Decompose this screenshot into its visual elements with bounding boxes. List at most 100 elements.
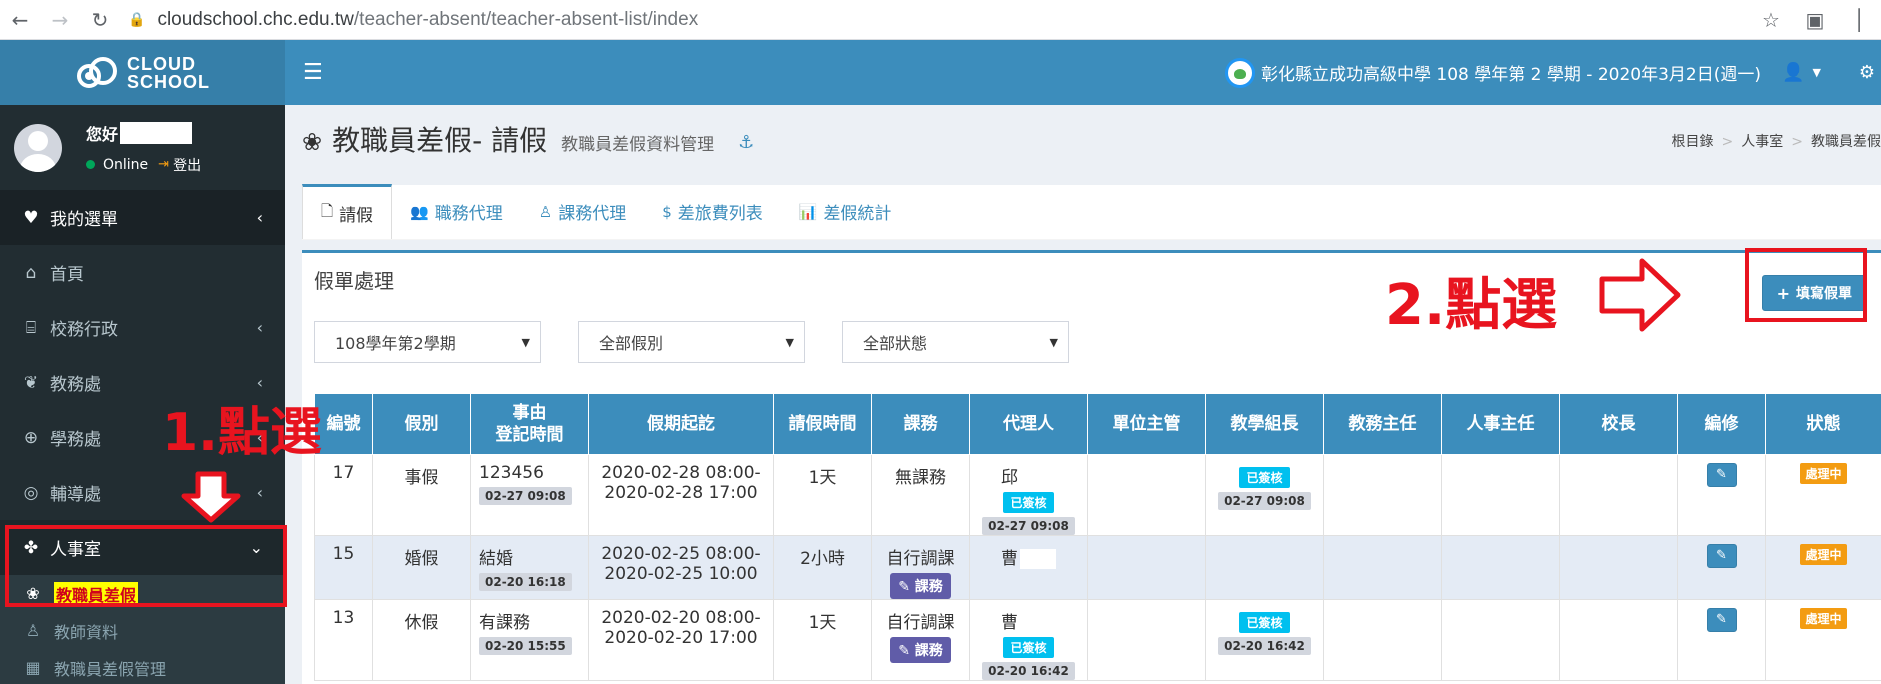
cell-academic-director [1323,599,1442,681]
sidebar-item-label: 學務處 [50,430,101,450]
course-button[interactable]: ✎ 課務 [890,637,951,663]
address-bar[interactable]: cloudschool.chc.edu.tw/teacher-absent/te… [157,9,698,31]
cell-course: 無課務 [871,454,970,536]
agent-name-redaction [1020,549,1056,569]
course-button[interactable]: ✎ 課務 [890,573,951,599]
forward-icon[interactable]: → [40,0,80,40]
tab-label: 差假統計 [823,204,892,224]
cell-teaching-head [1205,535,1324,600]
school-logo-icon [1225,57,1256,88]
logout-icon: ⇥ [158,157,170,172]
period-start: 2020-02-25 08:00- [601,544,761,564]
bank-icon: ⌸ [25,317,37,338]
tab-leave-statistics[interactable]: 📊 差假統計 [781,184,910,239]
extension-icon[interactable]: ▣ [1793,8,1837,32]
sidebar-subitem-leave-management[interactable]: ▦ 教職員差假管理 [0,649,285,684]
lock-icon: 🔒 [128,11,146,28]
edit-button[interactable]: ✎ [1706,544,1737,568]
logout-link[interactable]: ⇥ 登出 [158,155,201,175]
signed-time-stamp: 02-20 16:42 [982,662,1075,680]
status-badge: 處理中 [1800,544,1847,565]
tab-leave[interactable]: 🗋 請假 [302,184,393,239]
user-dropdown[interactable]: 👤 ▼ [1782,40,1821,105]
sidebar-item-admin[interactable]: ⌸ 校務行政 ‹ [0,300,285,355]
cell-unit-head [1087,535,1206,600]
reload-icon[interactable]: ↻ [80,0,120,40]
signed-badge: 已簽核 [1003,637,1054,658]
edit-button[interactable]: ✎ [1706,463,1737,487]
caret-down-icon: ▼ [785,335,794,349]
page-title-text: 教職員差假- 請假 [332,124,548,157]
col-header-period: 假期起訖 [588,393,774,455]
reason-text: 123456 [479,463,544,483]
signed-time-stamp: 02-20 16:42 [1218,637,1311,655]
edit-button[interactable]: ✎ [1706,608,1737,632]
leave-table: 編號 假別 事由 登記時間 假期起訖 請假時間 課務 代理人 單位主管 教學組長… [314,393,1881,681]
tab-label: 課務代理 [558,204,627,224]
period-end: 2020-02-25 10:00 [604,564,758,584]
cell-reason: 123456 02-27 09:08 [470,454,589,536]
chevron-left-icon: ‹ [256,318,263,337]
col-header-academic-director: 教務主任 [1323,393,1442,455]
reg-time-stamp: 02-20 16:18 [479,573,572,591]
table-row: 13 休假 有課務 02-20 15:55 2020-02-20 08:00- 20… [314,599,1881,681]
cell-personnel-director [1441,454,1560,536]
cell-reason: 結婚 02-20 16:18 [470,535,589,600]
signed-badge: 已簽核 [1003,492,1054,513]
tab-travel-expense[interactable]: $ 差旅費列表 [644,184,781,239]
cell-status: 處理中 [1765,599,1881,681]
logo-line2: SCHOOL [126,71,210,92]
reason-text: 有課務 [479,613,530,633]
anchor-icon[interactable]: ⚓ [738,132,754,153]
sidebar-item-label: 教務處 [50,375,101,395]
tab-course-agent[interactable]: ♙ 課務代理 [521,184,644,239]
breadcrumb-personnel[interactable]: 人事室 [1741,134,1783,150]
sidebar-item-home[interactable]: ⌂ 首頁 [0,245,285,300]
cell-principal [1559,599,1678,681]
status-badge: 處理中 [1800,608,1847,629]
sidebar-item-counseling[interactable]: ◎ 輔導處 ‹ [0,465,285,520]
cell-edit: ✎ [1677,599,1766,681]
cell-period: 2020-02-25 08:00- 2020-02-25 10:00 [588,535,774,600]
home-icon: ⌂ [25,262,37,283]
leave-type-select[interactable]: 全部假別 ▼ [578,321,805,363]
tab-label: 請假 [339,205,374,226]
agent-name-redaction [1020,468,1056,488]
lifebuoy-icon: ◎ [23,482,39,503]
sidebar-item-my-menu[interactable]: ♥ 我的選單 ‹ [0,190,285,245]
col-header-duration: 請假時間 [773,393,872,455]
cell-duration: 1天 [773,599,872,681]
cell-academic-director [1323,535,1442,600]
cell-teaching-head: 已簽核 02-27 09:08 [1205,454,1324,536]
sidebar-subitem-label: 教職員差假管理 [54,659,167,679]
reg-time-stamp: 02-27 09:08 [479,487,572,505]
table-header-row: 編號 假別 事由 登記時間 假期起訖 請假時間 課務 代理人 單位主管 教學組長… [314,393,1881,455]
back-icon[interactable]: ← [0,0,40,40]
cell-unit-head [1087,454,1206,536]
user-icon: ♙ [538,202,553,221]
breadcrumb-root[interactable]: 根目錄 [1672,134,1714,150]
semester-select[interactable]: 108學年第2學期 ▼ [314,321,541,363]
status-select[interactable]: 全部狀態 ▼ [842,321,1069,363]
col-header-id: 編號 [314,393,373,455]
sidebar-item-label: 輔導處 [50,485,101,505]
sidebar-subitem-teacher-data[interactable]: ♙ 教師資料 [0,612,285,649]
caret-down-icon: ▼ [521,335,530,349]
period-end: 2020-02-20 17:00 [604,628,758,648]
arrow-down-icon [181,471,241,523]
cell-reason: 有課務 02-20 15:55 [470,599,589,681]
tab-duty-agent[interactable]: 👥 職務代理 [392,184,521,239]
signed-time-stamp: 02-27 09:08 [982,517,1075,535]
col-header-reason: 事由 登記時間 [470,393,589,455]
cell-duration: 1天 [773,454,872,536]
cell-agent: 邱已簽核 02-27 09:08 [969,454,1088,536]
col-header-agent: 代理人 [969,393,1088,455]
logo[interactable]: CLOUD SCHOOL [0,40,285,105]
star-icon[interactable]: ☆ [1749,8,1793,32]
cell-type: 婚假 [372,535,471,600]
name-redaction [120,121,193,144]
col-header-course: 課務 [871,393,970,455]
gears-icon[interactable]: ⚙ [1859,40,1875,105]
cell-type: 休假 [372,599,471,681]
hamburger-menu-icon[interactable]: ☰ [303,60,323,85]
